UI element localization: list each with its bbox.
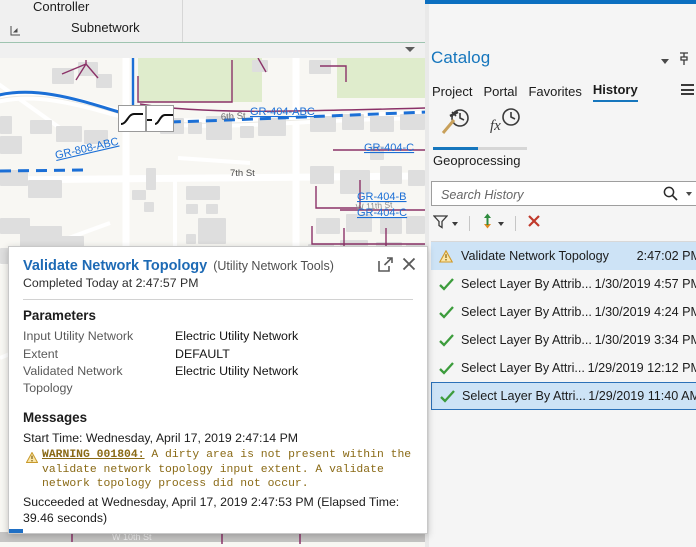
history-item-name: Select Layer By Attrib...: [461, 305, 592, 319]
chevron-down-icon[interactable]: [661, 59, 669, 64]
history-item-name: Select Layer By Attri...: [461, 361, 585, 375]
history-list[interactable]: Validate Network Topology 2:47:02 PM Sel…: [431, 241, 696, 410]
result-panel-header: Validate Network Topology (Utility Netwo…: [9, 247, 427, 290]
warning-message: WARNING 001804: A dirty area is not pres…: [23, 448, 413, 492]
delete-button[interactable]: [525, 214, 543, 233]
geoprocessing-section-label: Geoprocessing: [433, 153, 521, 168]
result-title[interactable]: Validate Network Topology: [23, 258, 207, 274]
hamburger-menu-icon[interactable]: [681, 84, 694, 95]
success-check-icon: [431, 333, 461, 347]
history-item-time: 1/30/2019 4:57 PM: [594, 277, 696, 291]
search-input[interactable]: [439, 182, 658, 207]
history-item-name: Validate Network Topology: [461, 249, 609, 263]
chevron-down-icon[interactable]: [405, 47, 415, 52]
ribbon-label-subnetwork: Subnetwork: [71, 20, 140, 35]
catalog-title: Catalog: [431, 48, 491, 67]
history-item-name: Select Layer By Attri...: [462, 389, 586, 403]
tab-project[interactable]: Project: [432, 84, 472, 102]
svg-text:GR-404-ABC: GR-404-ABC: [250, 106, 315, 118]
sort-icon: [481, 213, 494, 234]
parameters-heading: Parameters: [23, 308, 96, 323]
chevron-down-icon: [452, 221, 458, 226]
svg-text:GR-404-C: GR-404-C: [357, 207, 407, 219]
chevron-down-icon: [498, 221, 504, 226]
parameter-value: Electric Utility Network: [175, 329, 299, 343]
history-view-switcher: fx: [433, 108, 526, 140]
parameter-key: Extent: [23, 346, 59, 361]
history-list-item[interactable]: Select Layer By Attrib... 1/30/2019 4:24…: [431, 298, 696, 326]
message-start-time: Start Time: Wednesday, April 17, 2019 2:…: [23, 431, 299, 445]
map-symbol-box-right[interactable]: [146, 105, 174, 132]
chevron-down-icon[interactable]: [686, 192, 692, 196]
delete-icon: [527, 214, 541, 233]
history-list-item[interactable]: Validate Network Topology 2:47:02 PM: [431, 242, 696, 270]
parameter-row: Validated Network Topology Electric Util…: [23, 363, 413, 396]
tab-favorites[interactable]: Favorites: [528, 84, 581, 102]
filter-button[interactable]: [431, 214, 460, 234]
pin-icon[interactable]: [678, 52, 690, 71]
toolbar-separator: [469, 216, 470, 231]
warning-code: WARNING 001804:: [42, 449, 145, 461]
history-list-item[interactable]: Select Layer By Attrib... 1/30/2019 4:57…: [431, 270, 696, 298]
catalog-tabs: Project Portal Favorites History: [432, 82, 638, 102]
history-item-time: 1/29/2019 11:40 AM: [588, 389, 696, 403]
history-item-time: 1/29/2019 12:12 PM: [587, 361, 696, 375]
warning-text-block: WARNING 001804: A dirty area is not pres…: [42, 448, 413, 492]
ribbon-group-subnetwork: Controller Subnetwork: [0, 0, 183, 42]
success-check-icon: [432, 389, 462, 403]
catalog-pane: Catalog Project Portal Favorites History: [425, 0, 696, 547]
close-icon[interactable]: [402, 257, 417, 272]
svg-text:GR-404-B: GR-404-B: [357, 191, 407, 203]
ribbon-strip: Controller Subnetwork: [0, 0, 425, 43]
svg-text:GR-404-C: GR-404-C: [364, 142, 414, 154]
parameter-row: Extent DEFAULT: [23, 346, 413, 363]
history-list-item[interactable]: Select Layer By Attri... 1/29/2019 12:12…: [431, 354, 696, 382]
svg-text:7th St: 7th St: [230, 168, 255, 179]
history-view-underline: [433, 147, 527, 150]
success-check-icon: [431, 277, 461, 291]
geoprocessing-history-icon[interactable]: [433, 108, 476, 140]
open-external-icon[interactable]: [378, 257, 393, 272]
history-list-item[interactable]: Select Layer By Attrib... 1/30/2019 3:34…: [431, 326, 696, 354]
filter-icon: [432, 214, 449, 234]
parameter-value: DEFAULT: [175, 346, 230, 361]
arcgis-pro-window: Controller Subnetwork 6th St 7th St W 11…: [0, 0, 696, 547]
success-check-icon: [431, 361, 461, 375]
catalog-active-indicator: [425, 0, 696, 4]
tab-history[interactable]: History: [592, 82, 638, 102]
history-item-time: 1/30/2019 4:24 PM: [594, 305, 696, 319]
messages-heading: Messages: [23, 410, 88, 425]
search-history-box[interactable]: [431, 181, 696, 207]
search-icon[interactable]: [663, 186, 678, 206]
result-panel-body: Parameters Input Utility Network Electri…: [9, 300, 427, 526]
tab-portal[interactable]: Portal: [483, 84, 517, 102]
warning-triangle-icon: [431, 249, 461, 263]
parameter-row: Input Utility Network Electric Utility N…: [23, 328, 413, 345]
parameter-key: Input Utility Network: [23, 329, 134, 343]
success-check-icon: [431, 305, 461, 319]
function-history-icon[interactable]: fx: [483, 108, 526, 140]
svg-text:6th St: 6th St: [221, 111, 247, 123]
svg-text:fx: fx: [490, 118, 501, 134]
geoprocessing-result-panel[interactable]: Validate Network Topology (Utility Netwo…: [8, 246, 428, 534]
message-succeeded: Succeeded at Wednesday, April 17, 2019 2…: [23, 494, 400, 525]
parameter-value: Electric Utility Network: [175, 364, 299, 378]
history-item-time: 2:47:02 PM: [636, 249, 696, 263]
history-item-name: Select Layer By Attrib...: [461, 277, 592, 291]
result-status: Completed Today at 2:47:57 PM: [23, 276, 199, 290]
history-item-time: 1/30/2019 3:34 PM: [594, 333, 696, 347]
map-symbol-box-left[interactable]: [118, 105, 146, 132]
panel-accent-bar: [9, 529, 23, 533]
parameter-key: Validated Network Topology: [23, 364, 123, 395]
toolbar-separator: [515, 216, 516, 231]
map-toolbar: [0, 43, 425, 58]
history-toolbar: [431, 210, 696, 237]
history-list-item-selected[interactable]: Select Layer By Attri... 1/29/2019 11:40…: [431, 382, 696, 410]
sort-button[interactable]: [479, 213, 506, 234]
result-toolset: (Utility Network Tools): [213, 259, 334, 273]
warning-triangle-icon: [25, 450, 39, 468]
dialog-launcher-icon[interactable]: [10, 23, 21, 36]
ribbon-label-controller: Controller: [33, 0, 90, 14]
history-item-name: Select Layer By Attrib...: [461, 333, 592, 347]
